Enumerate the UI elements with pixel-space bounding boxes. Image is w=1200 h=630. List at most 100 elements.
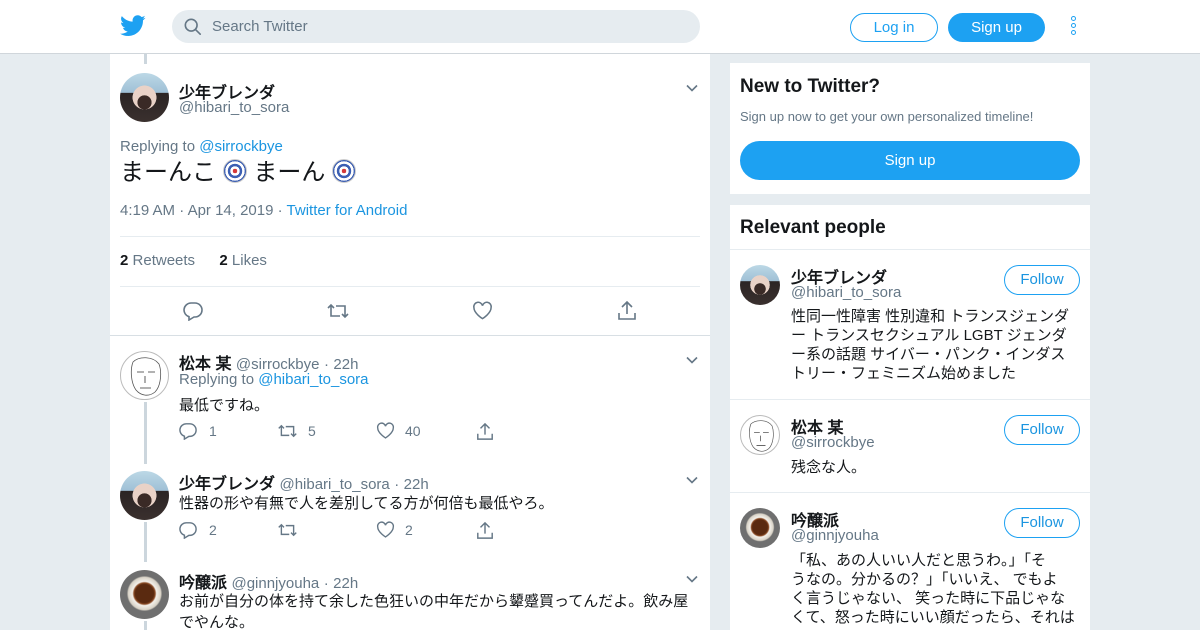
like-heart-icon[interactable]	[472, 301, 493, 321]
follow-button[interactable]: Follow	[1004, 265, 1080, 295]
reply-header: 少年ブレンダ @hibari_to_sora · 22h	[179, 476, 429, 493]
like-action[interactable]: 2	[376, 521, 413, 539]
bio-line: くて、怒った時にいい顔だったら、それは	[791, 609, 1075, 626]
avatar[interactable]	[120, 570, 169, 619]
top-navigation-bar: Log in Sign up	[0, 0, 1200, 54]
target-emoji-icon	[222, 159, 247, 183]
card-title: Relevant people	[740, 217, 886, 238]
bio-line: ー トランスセクシュアル LGBT ジェンダ	[791, 327, 1067, 344]
reply-text: 最低ですね。	[179, 397, 270, 414]
follow-button[interactable]: Follow	[1004, 415, 1080, 445]
reply-text-line: でやんな。	[179, 614, 255, 630]
replying-to-line: Replying to @sirrockbye	[120, 138, 283, 155]
reply-author-handle[interactable]: @hibari_to_sora	[279, 476, 389, 493]
reply-text-line: お前が自分の体を持て余した色狂いの中年だから顰蹙買ってんだよ。飲み屋	[179, 593, 689, 610]
bio-line: 「私、あの人いい人だと思うわ。」「そ	[791, 552, 1047, 569]
person-bio: 「私、あの人いい人だと思うわ。」「そ うなの。分かるの？」「いいえ、 でもよ く…	[791, 551, 1077, 627]
follow-button[interactable]: Follow	[1004, 508, 1080, 538]
chevron-down-icon[interactable]	[686, 82, 698, 94]
tweet-time: 4:19 AM	[120, 202, 176, 219]
thread-connector	[144, 621, 147, 630]
tweet-text-part: まーん	[253, 159, 326, 186]
thread-connector	[144, 54, 147, 64]
bio-line: 性同一性障害 性別違和 トランスジェンダ	[791, 308, 1070, 325]
avatar[interactable]	[740, 508, 780, 548]
retweets-stat[interactable]: 2 Retweets	[120, 252, 195, 269]
person-bio: 残念な人。	[791, 458, 1077, 477]
retweet-action[interactable]: 5	[277, 422, 316, 440]
reply-author-handle[interactable]: @ginnjyouha	[231, 575, 319, 592]
avatar[interactable]	[120, 73, 169, 122]
tweet-date: Apr 14, 2019	[187, 202, 274, 219]
retweet-action[interactable]	[277, 521, 306, 539]
reply-icon	[179, 423, 197, 440]
bio-line: トリー・フェミニズム始めました	[791, 365, 1017, 382]
person-handle[interactable]: @hibari_to_sora	[791, 284, 901, 301]
reply-timestamp[interactable]: 22h	[333, 575, 358, 592]
reply-action[interactable]: 2	[179, 521, 217, 539]
twitter-bird-logo-icon[interactable]	[120, 14, 146, 38]
retweet-icon[interactable]	[326, 301, 350, 321]
avatar[interactable]	[120, 471, 169, 520]
replying-to-label: Replying to	[120, 138, 196, 155]
replying-to-handle-link[interactable]: @sirrockbye	[199, 138, 283, 155]
tweet-stats: 2 Retweets 2 Likes	[120, 252, 267, 269]
tweet-text: まーんこ まーん	[120, 158, 357, 188]
thread-connector	[144, 402, 147, 464]
reply-text: 性器の形や有無で人を差別してる方が何倍も最低やろ。	[179, 495, 554, 512]
thread-connector	[144, 522, 147, 562]
bio-line: うなの。分かるの？」「いいえ、 でもよ	[791, 571, 1058, 588]
login-button[interactable]: Log in	[850, 13, 938, 42]
reply-timestamp[interactable]: 22h	[404, 476, 429, 493]
divider	[730, 492, 1090, 493]
reply-action[interactable]: 1	[179, 422, 217, 440]
retweet-icon	[278, 523, 297, 537]
share-icon[interactable]	[617, 300, 637, 321]
reply-text: お前が自分の体を持て余した色狂いの中年だから顰蹙買ってんだよ。飲み屋 でやんな。	[179, 591, 688, 630]
avatar[interactable]	[120, 351, 169, 400]
chevron-down-icon[interactable]	[686, 354, 698, 366]
sidebar-signup-button[interactable]: Sign up	[740, 141, 1080, 180]
person-handle[interactable]: @ginnjyouha	[791, 527, 879, 544]
like-action[interactable]: 40	[376, 422, 421, 440]
signup-button[interactable]: Sign up	[948, 13, 1045, 42]
divider	[730, 249, 1090, 250]
search-bar[interactable]	[172, 10, 700, 43]
reply-author-name[interactable]: 少年ブレンダ	[179, 476, 275, 493]
avatar[interactable]	[740, 415, 780, 455]
chevron-down-icon[interactable]	[686, 573, 698, 585]
person-handle[interactable]: @sirrockbye	[791, 434, 875, 451]
avatar[interactable]	[740, 265, 780, 305]
reply-icon	[179, 522, 197, 539]
tweet-text-part: まーんこ	[120, 159, 216, 186]
like-count: 2	[405, 522, 413, 538]
tweet-metadata: 4:19 AM · Apr 14, 2019 · Twitter for And…	[120, 202, 408, 219]
reply-icon[interactable]	[183, 301, 203, 321]
reply-count: 1	[209, 423, 217, 439]
more-options-icon[interactable]	[1070, 16, 1078, 38]
likes-stat[interactable]: 2 Likes	[219, 252, 267, 269]
replying-to-line: Replying to @hibari_to_sora	[179, 371, 369, 388]
card-title: New to Twitter?	[740, 76, 881, 97]
bio-line: く言うじゃない、 笑った時に下品じゃな	[791, 590, 1066, 607]
reply-header: 吟醸派 @ginnjyouha · 22h	[179, 575, 359, 592]
tweet-author-handle[interactable]: @hibari_to_sora	[179, 99, 289, 116]
search-input[interactable]	[212, 10, 682, 43]
tweet-source-link[interactable]: Twitter for Android	[287, 202, 408, 219]
bio-line: 残念な人。	[791, 459, 867, 476]
person-bio: 性同一性障害 性別違和 トランスジェンダ ー トランスセクシュアル LGBT ジ…	[791, 307, 1077, 383]
share-icon[interactable]	[476, 521, 494, 540]
bio-line: ー系の話題 サイバー・パンク・インダス	[791, 346, 1066, 363]
relevant-people-card: Relevant people 少年ブレンダ @hibari_to_sora F…	[730, 205, 1090, 630]
share-icon[interactable]	[476, 422, 494, 441]
replying-to-handle-link[interactable]: @hibari_to_sora	[258, 371, 368, 388]
like-heart-icon	[377, 422, 394, 439]
reply-count: 2	[209, 522, 217, 538]
like-heart-icon	[377, 521, 394, 538]
reply-author-name[interactable]: 吟醸派	[179, 575, 227, 592]
card-subtitle: Sign up now to get your own personalized…	[740, 109, 1034, 124]
chevron-down-icon[interactable]	[686, 474, 698, 486]
divider	[730, 399, 1090, 400]
divider	[120, 286, 700, 287]
timeline-column: 少年ブレンダ @hibari_to_sora Replying to @sirr…	[110, 54, 710, 630]
